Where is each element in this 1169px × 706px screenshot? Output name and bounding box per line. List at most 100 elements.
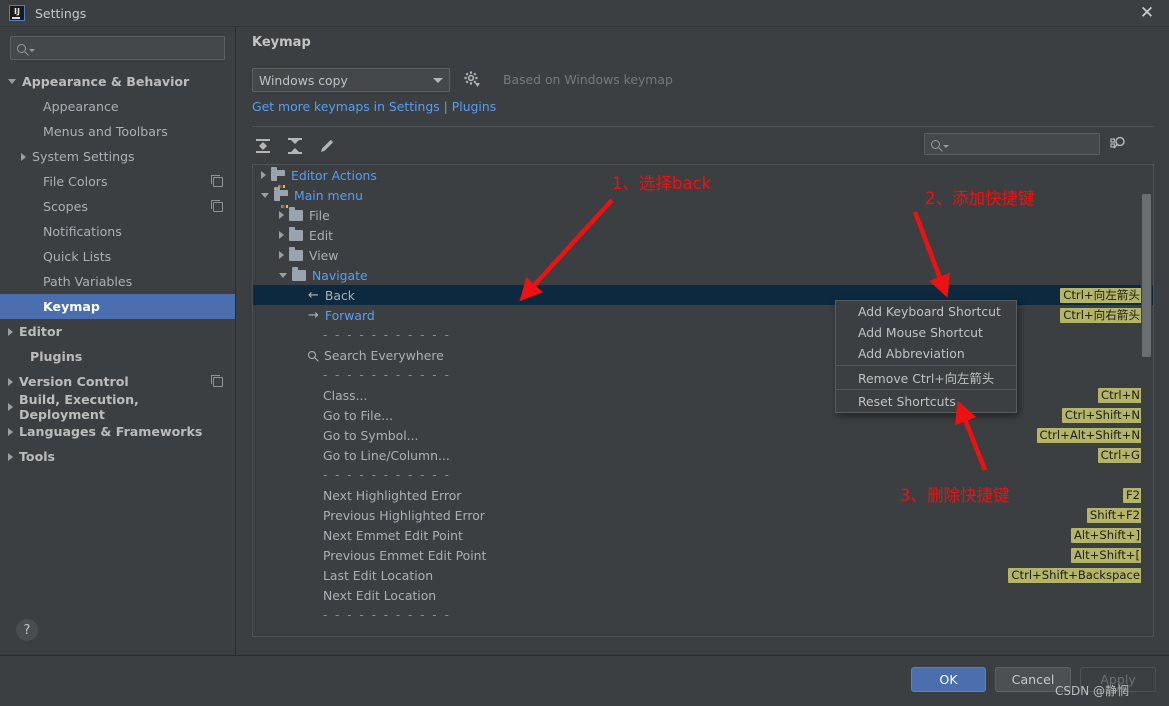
keymap-action-label: Next Edit Location xyxy=(323,587,437,603)
sidebar-item-label: Build, Execution, Deployment xyxy=(19,391,139,422)
chevron-down-icon xyxy=(261,192,269,198)
chevron-right-icon xyxy=(261,171,266,179)
keymap-action-label: Next Highlighted Error xyxy=(323,487,462,503)
tree-scrollbar-thumb[interactable] xyxy=(1142,194,1151,357)
keymap-tree-row[interactable]: Previous Highlighted Error Shift+F2 xyxy=(253,505,1153,525)
keymap-action-label: Back xyxy=(324,287,355,303)
keymap-tree-row[interactable]: - - - - - - - - - - - xyxy=(253,605,1153,625)
keymap-tree-row[interactable]: Navigate xyxy=(253,265,1153,285)
keymap-tree-row[interactable]: Previous Emmet Edit Point Alt+Shift+[ xyxy=(253,545,1153,565)
keymap-tree-row[interactable]: Go to Symbol... Ctrl+Alt+Shift+N xyxy=(253,425,1153,445)
copy-icon xyxy=(211,374,223,387)
shortcut-badge: Ctrl+N xyxy=(1097,387,1143,403)
copy-icon xyxy=(211,199,223,212)
sidebar-item-list: Appearance & Behavior Appearance Menus and… xyxy=(0,69,235,469)
folder-icon xyxy=(274,186,288,208)
keymap-tree-row[interactable]: Search Everywhere xyxy=(253,345,1153,365)
tree-separator: - - - - - - - - - - - xyxy=(323,368,451,382)
sidebar-item-label: Notifications xyxy=(43,224,122,239)
dialog-footer: OK Cancel Apply xyxy=(0,655,1169,706)
chevron-right-icon xyxy=(8,427,13,436)
sidebar-item-path-variables[interactable]: Path Variables xyxy=(0,269,235,294)
chevron-down-icon xyxy=(943,144,949,148)
sidebar-item-build-execution-deployment[interactable]: Build, Execution, Deployment xyxy=(0,391,235,422)
sidebar-item-languages-frameworks[interactable]: Languages & Frameworks xyxy=(0,419,235,444)
sidebar-item-keymap[interactable]: Keymap xyxy=(0,294,235,319)
keymap-tree-row[interactable]: Next Emmet Edit Point Alt+Shift+] xyxy=(253,525,1153,545)
sidebar-item-label: Editor xyxy=(19,324,62,339)
keymap-tree-row[interactable]: Go to Line/Column... Ctrl+G xyxy=(253,445,1153,465)
keymap-tree-row[interactable]: Last Edit Location Ctrl+Shift+Backspace xyxy=(253,565,1153,585)
folder-icon xyxy=(271,166,285,188)
keymap-search-input[interactable] xyxy=(924,133,1100,155)
sidebar-item-scopes[interactable]: Scopes xyxy=(0,194,235,219)
sidebar-item-notifications[interactable]: Notifications xyxy=(0,219,235,244)
keymap-tree-row[interactable]: Main menu xyxy=(253,185,1153,208)
window-title: Settings xyxy=(35,5,87,21)
keymap-action-label: Go to Line/Column... xyxy=(323,447,450,463)
close-icon[interactable]: ✕ xyxy=(1125,0,1169,27)
keymap-tree-row[interactable]: ← Back Ctrl+向左箭头 xyxy=(253,285,1153,305)
search-icon xyxy=(308,351,316,359)
pencil-icon[interactable] xyxy=(316,135,338,157)
keymap-tree-row[interactable]: Next Edit Location xyxy=(253,585,1153,605)
chevron-down-icon xyxy=(29,48,35,52)
keymap-tree-row[interactable]: Go to File... Ctrl+Shift+N xyxy=(253,405,1153,425)
context-menu-item[interactable]: Add Abbreviation xyxy=(836,343,1016,364)
keymap-tree-row[interactable]: Edit xyxy=(253,225,1153,245)
expand-all-icon[interactable] xyxy=(252,135,274,157)
gear-icon[interactable] xyxy=(463,70,481,88)
sidebar-item-appearance[interactable]: Appearance xyxy=(0,94,235,119)
shortcut-badge: Shift+F2 xyxy=(1086,507,1143,523)
keymap-tree-row[interactable]: Editor Actions xyxy=(253,165,1153,188)
sidebar-item-menus-and-toolbars[interactable]: Menus and Toolbars xyxy=(0,119,235,144)
arrow-right-icon: → xyxy=(308,307,319,323)
chevron-down-icon xyxy=(279,272,287,278)
keymap-action-label: File xyxy=(309,207,330,223)
context-menu-item[interactable]: Reset Shortcuts xyxy=(836,391,1016,412)
keymap-tree-row[interactable]: Next Highlighted Error F2 xyxy=(253,485,1153,505)
sidebar-item-appearance-behavior[interactable]: Appearance & Behavior xyxy=(0,69,235,94)
shortcut-badge: Ctrl+G xyxy=(1097,447,1143,463)
keymap-tree-row[interactable]: View xyxy=(253,245,1153,265)
keymap-tree-rows: Editor Actions Main menu File Edit View Navig… xyxy=(253,165,1153,625)
collapse-all-icon[interactable] xyxy=(284,135,306,157)
keymap-tree-row[interactable]: - - - - - - - - - - - xyxy=(253,465,1153,485)
sidebar-item-tools[interactable]: Tools xyxy=(0,444,235,469)
shortcut-badge: Ctrl+Shift+Backspace xyxy=(1008,567,1143,583)
context-menu-item[interactable]: Remove Ctrl+向左箭头 xyxy=(836,367,1016,388)
sidebar-item-file-colors[interactable]: File Colors xyxy=(0,169,235,194)
keymap-tree-row[interactable]: File xyxy=(253,205,1153,225)
keymap-toolbar xyxy=(252,135,338,161)
keymap-tree-row[interactable]: - - - - - - - - - - - xyxy=(253,365,1153,385)
shortcut-badge: Alt+Shift+] xyxy=(1070,527,1143,543)
sidebar-item-system-settings[interactable]: System Settings xyxy=(0,144,235,169)
keymap-select[interactable]: Windows copy xyxy=(252,68,450,92)
keymap-tree-row[interactable]: - - - - - - - - - - - xyxy=(253,325,1153,345)
tree-scrollbar[interactable] xyxy=(1141,166,1152,636)
watermark: CSDN @静惘 xyxy=(1055,684,1130,698)
sidebar-item-label: Version Control xyxy=(19,374,129,389)
context-menu-item[interactable]: Add Mouse Shortcut xyxy=(836,322,1016,343)
chevron-right-icon xyxy=(21,152,26,161)
ok-button[interactable]: OK xyxy=(911,667,986,692)
chevron-right-icon xyxy=(8,402,13,411)
sidebar-item-editor[interactable]: Editor xyxy=(0,319,235,344)
find-by-shortcut-icon[interactable] xyxy=(1109,134,1129,154)
shortcut-badge: Ctrl+向右箭头 xyxy=(1060,307,1143,323)
keymap-action-label: Previous Highlighted Error xyxy=(323,507,485,523)
keymap-action-label: Go to File... xyxy=(323,407,394,423)
help-button[interactable]: ? xyxy=(16,619,38,641)
sidebar-item-version-control[interactable]: Version Control xyxy=(0,369,235,394)
get-more-keymaps-link[interactable]: Get more keymaps in Settings | Plugins xyxy=(252,99,496,114)
sidebar-search-input[interactable] xyxy=(10,36,225,60)
folder-icon xyxy=(289,246,303,261)
sidebar-item-quick-lists[interactable]: Quick Lists xyxy=(0,244,235,269)
context-menu-item[interactable]: Add Keyboard Shortcut xyxy=(836,301,1016,322)
keymap-tree-row[interactable]: → Forward Ctrl+向右箭头 xyxy=(253,305,1153,325)
sidebar-item-label: Keymap xyxy=(43,299,100,314)
sidebar-item-plugins[interactable]: Plugins xyxy=(0,344,235,369)
chevron-right-icon xyxy=(279,211,284,219)
sidebar-item-label: Plugins xyxy=(30,349,83,364)
keymap-tree-row[interactable]: Class... Ctrl+N xyxy=(253,385,1153,405)
